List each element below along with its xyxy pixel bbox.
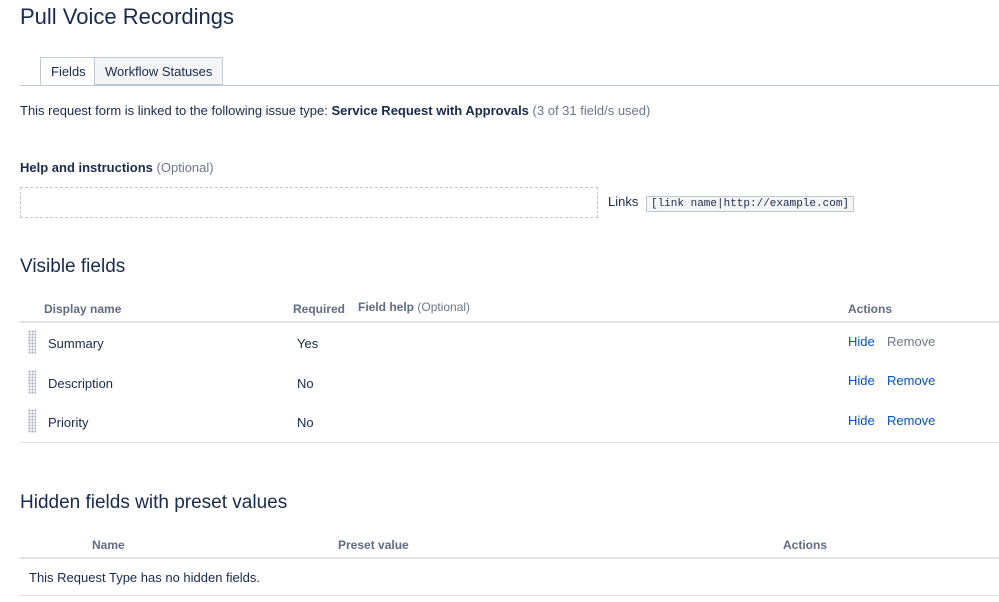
- visible-fields-title: Visible fields: [20, 256, 126, 277]
- field-required: No: [297, 376, 314, 391]
- col-field-help-optional: (Optional): [417, 300, 471, 314]
- col-field-help-label: Field help: [358, 300, 415, 314]
- hide-link[interactable]: Hide: [848, 413, 875, 428]
- tab-fields[interactable]: Fields: [40, 57, 97, 85]
- visible-header-divider: [20, 321, 999, 323]
- help-optional: (Optional): [156, 160, 214, 175]
- hide-link[interactable]: Hide: [848, 373, 875, 388]
- field-name: Summary: [48, 336, 104, 351]
- no-hidden-fields-message: This Request Type has no hidden fields.: [29, 570, 261, 585]
- field-name: Description: [48, 376, 114, 391]
- col-name: Name: [92, 538, 125, 552]
- field-required: Yes: [297, 336, 319, 351]
- drag-handle-icon[interactable]: [28, 370, 36, 394]
- remove-link[interactable]: Remove: [887, 413, 935, 428]
- linked-issue-type: Service Request with Approvals: [331, 103, 529, 118]
- field-required: No: [297, 415, 314, 430]
- page-title: Pull Voice Recordings: [20, 4, 235, 29]
- tab-bar: Fields Workflow Statuses: [20, 57, 999, 86]
- col-preset-value: Preset value: [338, 538, 409, 552]
- help-instructions-label: Help and instructions (Optional): [20, 160, 214, 175]
- drag-handle-icon[interactable]: [28, 330, 36, 354]
- links-hint: Links [link name|http://example.com]: [608, 194, 855, 212]
- linked-usage: (3 of 31 field/s used): [532, 103, 651, 118]
- linked-issue-type-text: This request form is linked to the follo…: [20, 103, 650, 118]
- linked-prefix: This request form is linked to the follo…: [20, 103, 332, 118]
- col-display-name: Display name: [44, 302, 122, 316]
- tab-workflow-statuses[interactable]: Workflow Statuses: [94, 57, 224, 85]
- col-actions: Actions: [848, 302, 893, 316]
- links-example: [link name|http://example.com]: [645, 196, 855, 212]
- help-instructions-input[interactable]: [20, 187, 598, 218]
- visible-table-bottom-divider: [20, 442, 999, 443]
- field-name: Priority: [48, 415, 89, 430]
- links-label: Links: [608, 194, 639, 209]
- drag-handle-icon[interactable]: [28, 409, 36, 433]
- remove-link[interactable]: Remove: [887, 373, 935, 388]
- col-required: Required: [293, 302, 346, 316]
- col-hidden-actions: Actions: [783, 538, 828, 552]
- hidden-table-bottom-divider: [20, 595, 999, 596]
- col-field-help: Field help (Optional): [358, 300, 470, 314]
- hidden-fields-title: Hidden fields with preset values: [20, 492, 288, 513]
- hidden-header-divider: [20, 557, 999, 559]
- hide-link[interactable]: Hide: [848, 334, 875, 349]
- help-label-text: Help and instructions: [20, 160, 153, 175]
- remove-link: Remove: [887, 334, 936, 349]
